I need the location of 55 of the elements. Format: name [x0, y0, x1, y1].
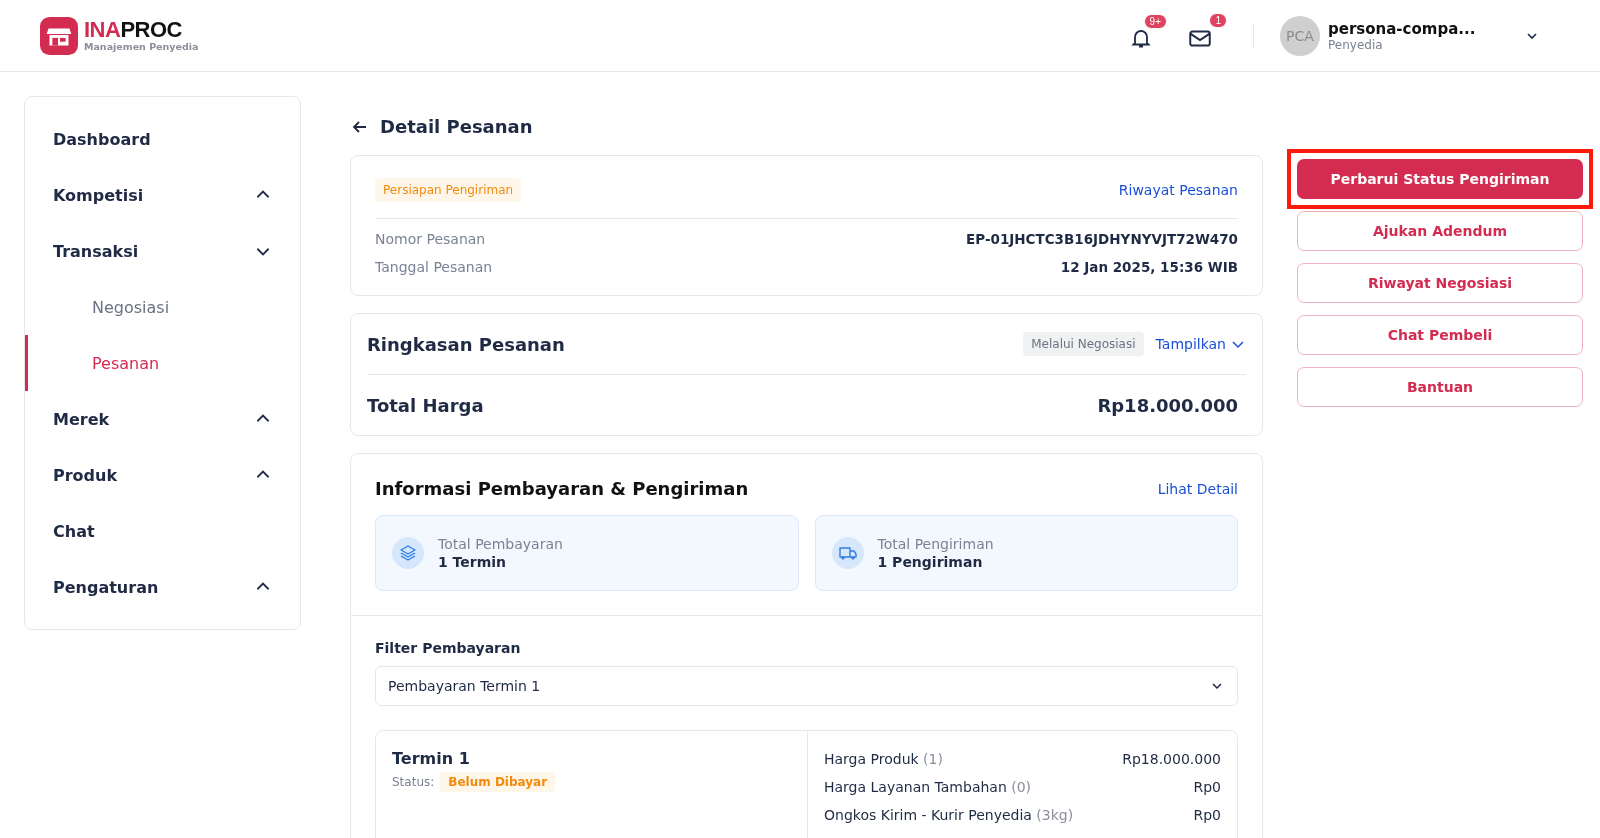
status-badge: Persiapan Pengiriman [375, 178, 522, 202]
price-value: Rp0 [1193, 807, 1221, 823]
notification-badge: 9+ [1143, 14, 1167, 29]
notification-button[interactable]: 9+ [1125, 14, 1167, 57]
action-button[interactable]: Riwayat Negosiasi [1297, 263, 1583, 303]
brand-wordmark: INAPROC [84, 19, 183, 41]
total-value: Rp18.000.000 [1097, 394, 1238, 416]
stat-value: 1 Pengiriman [877, 554, 984, 570]
sidebar-item[interactable]: Chat [25, 503, 300, 559]
sidebar-item[interactable]: Dashboard [25, 111, 300, 167]
price-label: Harga Layanan Tambahan (0) [824, 779, 1032, 795]
sidebar-item[interactable]: Kompetisi [25, 167, 300, 223]
total-label: Total Harga [367, 394, 484, 416]
sidebar-subitem[interactable]: Pesanan [25, 335, 300, 391]
field-value: EP-01JHCTC3B16JDHYNYVJT72W470 [966, 231, 1238, 247]
price-label: Ongkos Kirim - Kurir Penyedia (3kg) [824, 807, 1074, 823]
negotiation-tag: Melalui Negosiasi [1023, 332, 1144, 356]
show-toggle[interactable]: Tampilkan [1155, 336, 1246, 352]
detail-link[interactable]: Lihat Detail [1157, 480, 1238, 497]
field-label: Tanggal Pesanan [375, 259, 493, 275]
stat-label: Total Pengiriman [877, 536, 994, 552]
store-logo-icon [40, 16, 78, 55]
action-button[interactable]: Bantuan [1297, 367, 1583, 407]
action-button[interactable]: Chat Pembeli [1297, 315, 1583, 355]
sidebar-item[interactable]: Transaksi [25, 223, 300, 279]
action-button[interactable]: Perbarui Status Pengiriman [1297, 159, 1583, 199]
sidebar-item[interactable]: Merek [25, 391, 300, 447]
user-role: Penyedia [1328, 37, 1384, 52]
page-title: Detail Pesanan [380, 116, 533, 137]
mail-button[interactable]: 1 [1183, 13, 1227, 58]
summary-title: Ringkasan Pesanan [367, 333, 565, 355]
user-name: persona-compa... [1328, 19, 1477, 38]
price-label: Harga Produk (1) [824, 751, 943, 767]
stat-label: Total Pembayaran [438, 536, 563, 552]
brand-subtitle: Manajemen Penyedia [84, 41, 199, 52]
payment-status-badge: Belum Dibayar [440, 772, 556, 792]
action-button[interactable]: Ajukan Adendum [1297, 211, 1583, 251]
payment-title: Informasi Pembayaran & Pengiriman [375, 478, 749, 499]
truck-icon [831, 537, 864, 569]
price-value: Rp0 [1193, 779, 1221, 795]
sidebar-item[interactable]: Pengaturan [25, 559, 300, 615]
payment-filter-dropdown[interactable]: Pembayaran Termin 1 [375, 666, 1238, 706]
sidebar-item[interactable]: Produk [25, 447, 300, 503]
field-label: Nomor Pesanan [375, 231, 486, 247]
stat-value: 1 Termin [438, 554, 508, 570]
layers-icon [392, 537, 424, 569]
term-title: Termin 1 [392, 749, 471, 768]
sidebar-subitem[interactable]: Negosiasi [25, 279, 300, 335]
filter-label: Filter Pembayaran [375, 640, 522, 656]
mail-badge: 1 [1209, 13, 1227, 28]
user-avatar: PCA [1280, 15, 1320, 56]
price-value: Rp18.000.000 [1122, 751, 1221, 767]
order-history-link[interactable]: Riwayat Pesanan [1118, 182, 1238, 198]
field-value: 12 Jan 2025, 15:36 WIB [1060, 259, 1238, 275]
status-label: Status: [392, 775, 435, 789]
